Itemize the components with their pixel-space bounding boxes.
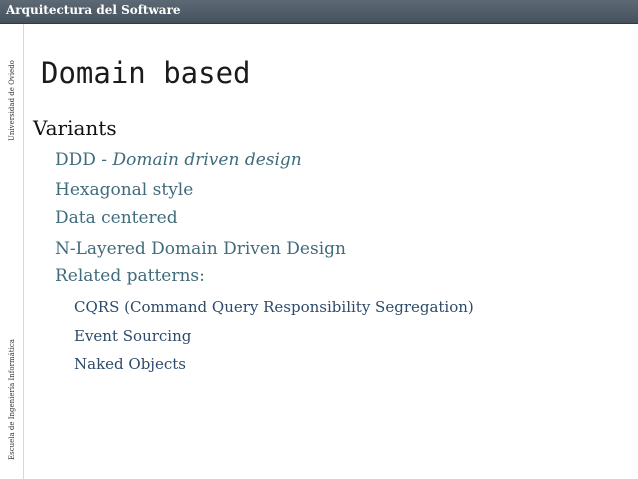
- subbullet-event-sourcing: Event Sourcing: [74, 327, 192, 345]
- university-label: Universidad de Oviedo: [8, 60, 16, 141]
- bullet-data-centered: Data centered: [55, 208, 178, 228]
- bullet-related-patterns: Related patterns:: [55, 266, 205, 286]
- header-bar: Arquitectura del Software: [0, 0, 638, 24]
- sidebar-divider: [23, 24, 24, 479]
- bullet-ddd-emphasis: Domain driven design: [112, 150, 302, 170]
- school-label: Escuela de Ingeniería Informática: [8, 339, 16, 460]
- bullet-ddd: DDD - Domain driven design: [55, 150, 302, 170]
- slide-title: Domain based: [41, 56, 251, 90]
- bullet-n-layered: N-Layered Domain Driven Design: [55, 239, 346, 259]
- bullet-ddd-prefix: DDD -: [55, 150, 113, 170]
- subbullet-naked-objects: Naked Objects: [74, 355, 186, 373]
- course-title: Arquitectura del Software: [6, 3, 181, 17]
- bullet-hexagonal: Hexagonal style: [55, 180, 194, 200]
- subbullet-cqrs: CQRS (Command Query Responsibility Segre…: [74, 298, 474, 316]
- bullet-variants: Variants: [33, 116, 117, 140]
